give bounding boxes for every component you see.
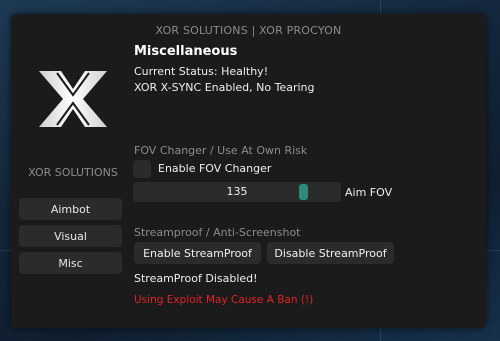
aim-fov-value: 135	[226, 185, 248, 198]
enable-streamproof-button[interactable]: Enable StreamProof	[134, 242, 261, 264]
page-title: Miscellaneous	[134, 44, 238, 59]
streamproof-status: StreamProof Disabled!	[134, 272, 258, 285]
fov-enable-label: Enable FOV Changer	[158, 162, 272, 175]
fov-enable-checkbox[interactable]	[133, 160, 151, 178]
nav-misc-label: Misc	[58, 256, 83, 270]
enable-streamproof-label: Enable StreamProof	[143, 246, 252, 260]
aim-fov-label: Aim FOV	[345, 186, 393, 199]
xor-x-logo	[39, 71, 107, 127]
nav-aimbot-button[interactable]: Aimbot	[19, 198, 122, 220]
aim-fov-slider[interactable]: 135	[133, 182, 341, 202]
nav-aimbot-label: Aimbot	[50, 202, 91, 216]
nav-visual-button[interactable]: Visual	[19, 225, 122, 247]
fov-section-title: FOV Changer / Use At Own Risk	[134, 144, 308, 157]
app-window: XOR SOLUTIONS | XOR PROCYON XOR SOLUTION…	[11, 14, 486, 328]
disable-streamproof-button[interactable]: Disable StreamProof	[267, 242, 394, 264]
sync-text: XOR X-SYNC Enabled, No Tearing	[134, 81, 315, 94]
slider-handle[interactable]	[298, 184, 308, 200]
brand-label: XOR SOLUTIONS	[28, 166, 118, 179]
nav-visual-label: Visual	[54, 229, 87, 243]
ban-warning: Using Exploit May Cause A Ban (!)	[134, 294, 314, 306]
status-text: Current Status: Healthy!	[134, 65, 269, 78]
window-title: XOR SOLUTIONS | XOR PROCYON	[155, 24, 342, 37]
disable-streamproof-label: Disable StreamProof	[274, 246, 387, 260]
streamproof-section-title: Streamproof / Anti-Screenshot	[134, 226, 301, 239]
nav-misc-button[interactable]: Misc	[19, 252, 122, 274]
